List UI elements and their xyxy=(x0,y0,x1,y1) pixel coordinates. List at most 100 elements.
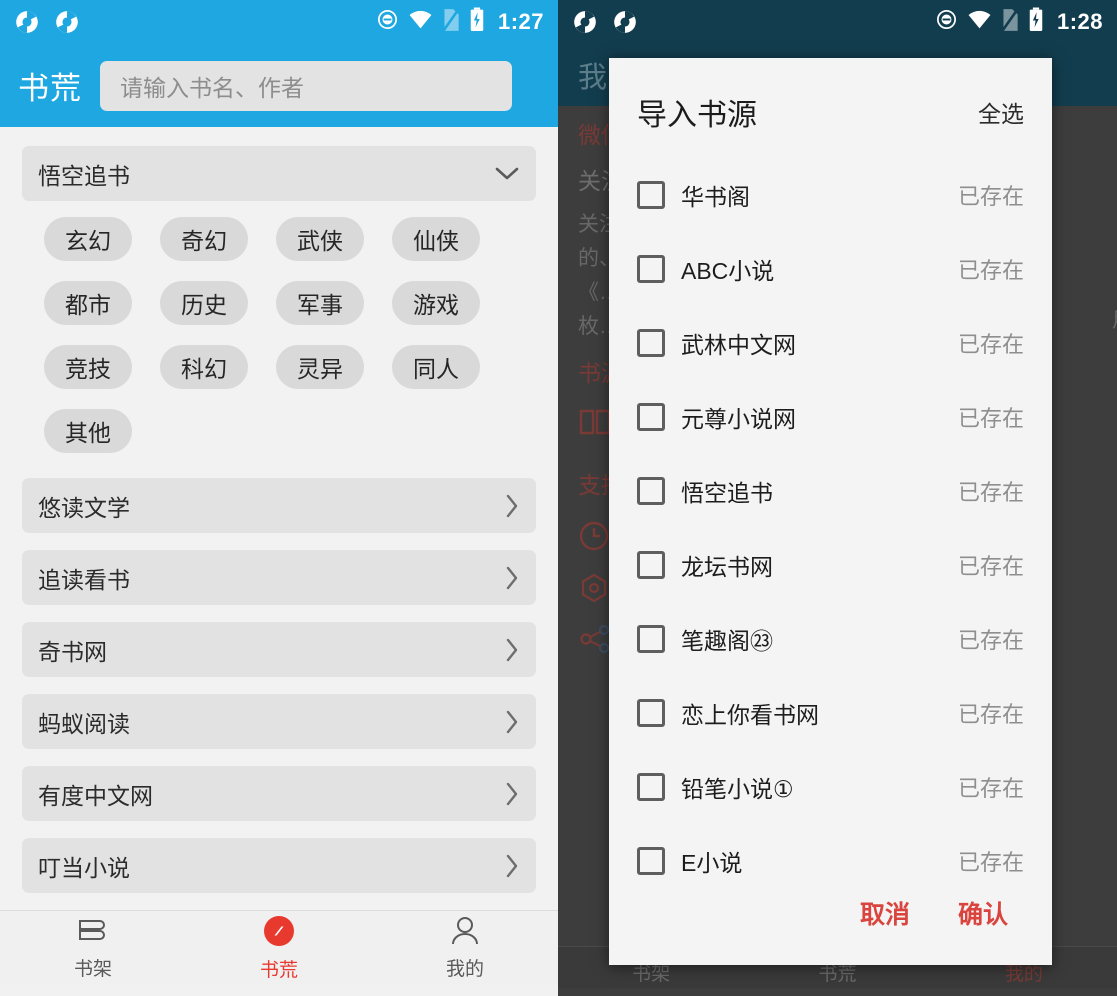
source-name: 有度中文网 xyxy=(38,782,153,809)
nav-label: 书荒 xyxy=(259,959,298,981)
checkbox-icon[interactable] xyxy=(637,699,665,727)
list-item[interactable]: 恋上你看书网 已存在 xyxy=(637,676,1024,750)
checkbox-icon[interactable] xyxy=(637,329,665,357)
checkbox-icon[interactable] xyxy=(637,255,665,283)
source-name: 华书阁 xyxy=(681,184,750,210)
settings-hex-icon xyxy=(578,572,610,604)
list-item[interactable]: 华书阁 已存在 xyxy=(637,158,1024,232)
status-badge: 已存在 xyxy=(957,628,1024,653)
category-tag[interactable]: 都市 xyxy=(44,281,132,325)
confirm-button[interactable]: 确认 xyxy=(958,895,1008,931)
source-name: 笔趣阁㉓ xyxy=(681,628,773,654)
book-icon xyxy=(578,408,612,436)
source-row[interactable]: 叮当小说 xyxy=(22,838,536,893)
category-tag[interactable]: 仙侠 xyxy=(392,217,480,261)
source-row[interactable]: 悠读文学 xyxy=(22,478,536,533)
source-name: 悠读文学 xyxy=(38,494,130,521)
wifi-icon xyxy=(967,9,992,36)
source-row[interactable]: 有度中文网 xyxy=(22,766,536,821)
status-badge: 已存在 xyxy=(957,332,1024,357)
select-all-button[interactable]: 全选 xyxy=(978,95,1024,129)
status-bar: 1:27 xyxy=(0,0,558,44)
category-tag[interactable]: 奇幻 xyxy=(160,217,248,261)
checkbox-icon[interactable] xyxy=(637,551,665,579)
checkbox-icon[interactable] xyxy=(637,847,665,875)
status-bar: 1:28 xyxy=(558,0,1117,44)
source-row[interactable]: 追读看书 xyxy=(22,550,536,605)
status-badge: 已存在 xyxy=(957,776,1024,801)
cancel-button[interactable]: 取消 xyxy=(860,895,910,931)
category-tag[interactable]: 科幻 xyxy=(160,345,248,389)
list-item[interactable]: 悟空追书 已存在 xyxy=(637,454,1024,528)
list-item[interactable]: 元尊小说网 已存在 xyxy=(637,380,1024,454)
right-screen: 1:28 我的 微信 关注 关注… 的、 《… 枚… 书源 xyxy=(558,0,1117,996)
status-bar-left-icons xyxy=(572,9,638,35)
chevron-right-icon xyxy=(504,709,520,735)
category-tag-group: 玄幻 奇幻 武侠 仙侠 都市 历史 军事 游戏 竞技 科幻 灵异 同人 其他 xyxy=(22,201,536,461)
checkbox-icon[interactable] xyxy=(637,403,665,431)
dialog-footer: 取消 确认 xyxy=(609,885,1052,965)
battery-charging-icon xyxy=(469,7,485,37)
list-item[interactable]: 龙坛书网 已存在 xyxy=(637,528,1024,602)
checkbox-icon[interactable] xyxy=(637,773,665,801)
app-logo-icon xyxy=(54,9,80,35)
app-logo-icon xyxy=(14,9,40,35)
clock-icon xyxy=(578,520,610,552)
status-bar-right-icons: 1:27 xyxy=(376,7,544,37)
source-row-expanded[interactable]: 悟空追书 xyxy=(22,146,536,201)
source-name: 悟空追书 xyxy=(38,162,130,189)
list-item[interactable]: 笔趣阁㉓ 已存在 xyxy=(637,602,1024,676)
source-name: 蚂蚁阅读 xyxy=(38,710,130,737)
category-tag[interactable]: 武侠 xyxy=(276,217,364,261)
status-badge: 已存在 xyxy=(957,850,1024,875)
background-text: 用 xyxy=(1112,304,1117,334)
source-row[interactable]: 奇书网 xyxy=(22,622,536,677)
source-name: E小说 xyxy=(681,850,743,876)
do-not-disturb-icon xyxy=(935,8,958,36)
checkbox-icon[interactable] xyxy=(637,625,665,653)
battery-charging-icon xyxy=(1028,7,1044,37)
checkbox-icon[interactable] xyxy=(637,477,665,505)
status-badge: 已存在 xyxy=(957,554,1024,579)
share-icon xyxy=(578,624,612,654)
bookshelf-icon xyxy=(76,916,110,951)
search-input[interactable]: 请输入书名、作者 xyxy=(100,60,512,111)
app-bar: 书荒 请输入书名、作者 xyxy=(0,44,558,127)
category-tag[interactable]: 历史 xyxy=(160,281,248,325)
nav-item-bookshelf[interactable]: 书架 xyxy=(0,911,186,985)
chevron-right-icon xyxy=(504,781,520,807)
list-item[interactable]: 武林中文网 已存在 xyxy=(637,306,1024,380)
category-tag[interactable]: 其他 xyxy=(44,409,132,453)
category-tag[interactable]: 军事 xyxy=(276,281,364,325)
list-item[interactable]: ABC小说 已存在 xyxy=(637,232,1024,306)
category-tag[interactable]: 游戏 xyxy=(392,281,480,325)
status-bar-right-icons: 1:28 xyxy=(935,7,1103,37)
source-row[interactable]: 蚂蚁阅读 xyxy=(22,694,536,749)
source-name: 武林中文网 xyxy=(681,332,796,358)
nav-item-discover[interactable]: 书荒 xyxy=(186,911,372,985)
nav-item-mine[interactable]: 我的 xyxy=(372,911,558,985)
checkbox-icon[interactable] xyxy=(637,181,665,209)
bottom-navigation: 书架 书荒 我的 xyxy=(0,910,558,985)
status-bar-left-icons xyxy=(14,9,80,35)
source-name: 铅笔小说① xyxy=(681,776,794,802)
chevron-right-icon xyxy=(504,493,520,519)
dialog-source-list: 华书阁 已存在 ABC小说 已存在 武林中文网 已存在 元尊小说网 已存在 悟空… xyxy=(609,154,1052,885)
status-badge: 已存在 xyxy=(957,258,1024,283)
category-tag[interactable]: 灵异 xyxy=(276,345,364,389)
person-icon xyxy=(449,916,481,951)
category-tag[interactable]: 同人 xyxy=(392,345,480,389)
chevron-down-icon[interactable] xyxy=(494,166,520,182)
app-logo-icon xyxy=(612,9,638,35)
chevron-right-icon xyxy=(504,565,520,591)
chevron-right-icon xyxy=(504,637,520,663)
list-item[interactable]: 铅笔小说① 已存在 xyxy=(637,750,1024,824)
source-list: 悟空追书 玄幻 奇幻 武侠 仙侠 都市 历史 军事 游戏 竞技 科幻 灵异 同人… xyxy=(0,127,558,921)
category-tag[interactable]: 玄幻 xyxy=(44,217,132,261)
list-item[interactable]: E小说 已存在 xyxy=(637,824,1024,885)
source-name: 奇书网 xyxy=(38,638,107,665)
category-tag[interactable]: 竞技 xyxy=(44,345,132,389)
no-sim-icon xyxy=(1001,7,1019,37)
compass-icon xyxy=(263,915,295,952)
source-name: 元尊小说网 xyxy=(681,406,796,432)
